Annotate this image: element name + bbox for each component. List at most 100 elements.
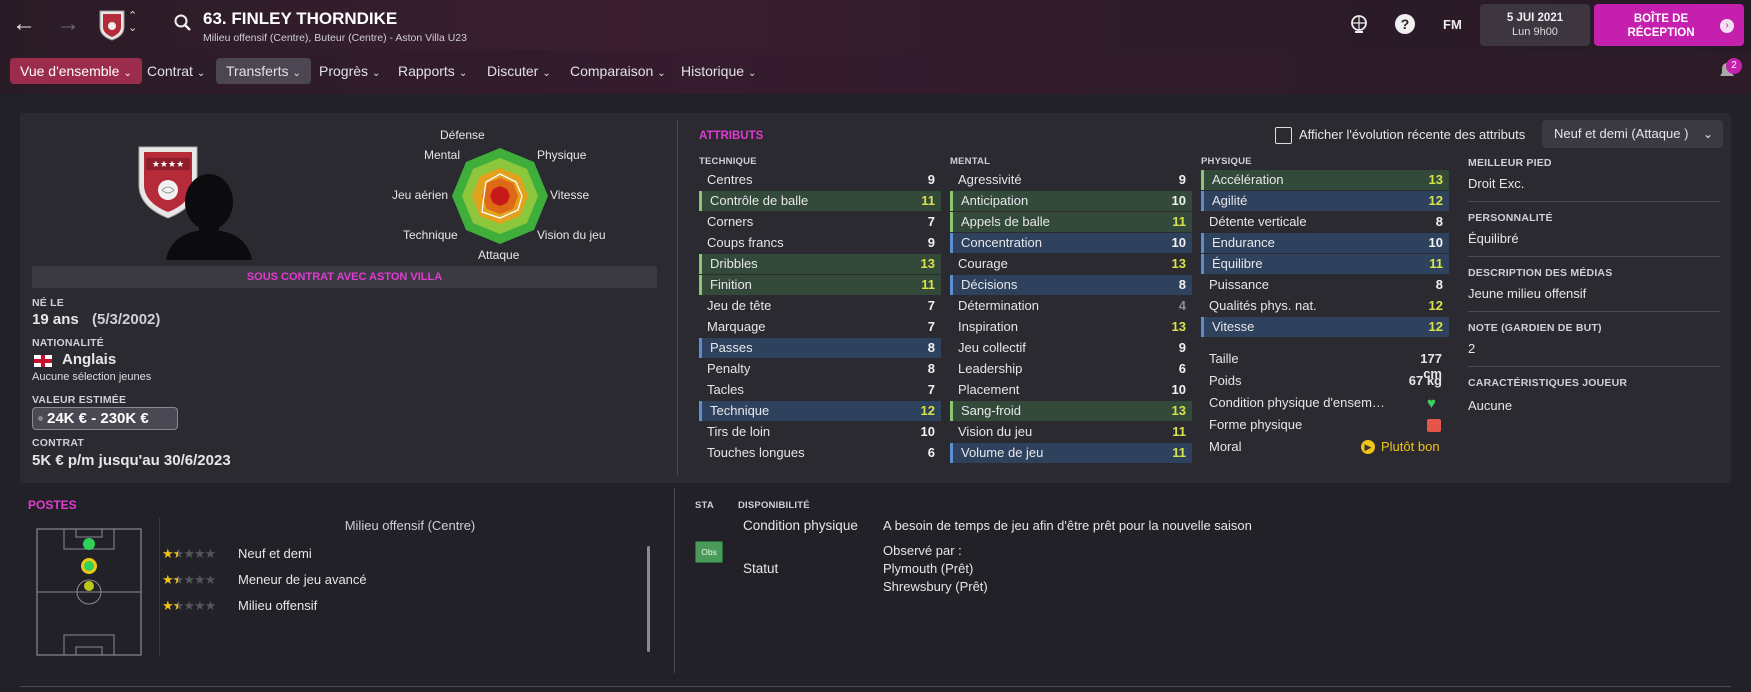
best-foot-label: MEILLEUR PIED — [1468, 157, 1552, 169]
tab-contrat[interactable]: Contrat ⌄ — [137, 58, 215, 84]
attribute-value: 8 — [927, 361, 935, 376]
attribute-row[interactable]: Marquage 7 — [699, 317, 941, 337]
attribute-name: Équilibre — [1212, 256, 1263, 271]
attribute-row[interactable]: Détente verticale 8 — [1201, 212, 1449, 232]
search-icon[interactable] — [174, 14, 192, 37]
attribute-value: 13 — [1171, 319, 1186, 334]
attribute-row[interactable]: Détermination 4 — [950, 296, 1192, 316]
attribute-row[interactable]: Touches longues 6 — [699, 443, 941, 463]
attribute-row[interactable]: Placement 10 — [950, 380, 1192, 400]
attribute-name: Endurance — [1212, 235, 1275, 250]
tab-comparaison[interactable]: Comparaison ⌄ — [560, 58, 676, 84]
tab-discuter[interactable]: Discuter ⌄ — [477, 58, 561, 84]
attribute-row[interactable]: Jeu de tête 7 — [699, 296, 941, 316]
attribute-name: Courage — [958, 256, 1008, 271]
scrollbar[interactable] — [647, 546, 650, 652]
attribute-name: Détente verticale — [1209, 214, 1307, 229]
attribute-evolution-checkbox[interactable] — [1275, 127, 1292, 144]
attribute-row[interactable]: Agressivité 9 — [950, 170, 1192, 190]
attribute-row[interactable]: Jeu collectif 9 — [950, 338, 1192, 358]
attribute-value: 9 — [927, 235, 935, 250]
notifications-icon[interactable]: 2 — [1716, 58, 1742, 82]
role-name[interactable]: Meneur de jeu avancé — [238, 572, 367, 587]
tab-transferts[interactable]: Transferts ⌄ — [216, 58, 311, 84]
attribute-name: Passes — [710, 340, 753, 355]
attribute-name: Détermination — [958, 298, 1039, 313]
personality-label: PERSONNALITÉ — [1468, 212, 1553, 224]
tab-rapports[interactable]: Rapports ⌄ — [388, 58, 477, 84]
attribute-name: Appels de balle — [961, 214, 1050, 229]
inbox-button[interactable]: BOÎTE DE RÉCEPTION › — [1594, 4, 1744, 46]
tab-vue-ensemble[interactable]: Vue d'ensemble ⌄ — [10, 58, 142, 84]
match-fitness-label: Forme physique — [1209, 417, 1303, 432]
attribute-row[interactable]: Vitesse 12 — [1201, 317, 1449, 337]
attribute-value: 7 — [927, 382, 935, 397]
tab-historique[interactable]: Historique ⌄ — [671, 58, 766, 84]
back-arrow-icon[interactable]: ← — [12, 10, 36, 38]
club-switch-chevron-icon[interactable]: ⌃ ⌄ — [128, 10, 137, 34]
attribute-row[interactable]: Corners 7 — [699, 212, 941, 232]
contract-banner: SOUS CONTRAT AVEC ASTON VILLA — [32, 266, 657, 288]
attribute-row[interactable]: Finition 11 — [699, 275, 941, 295]
attribute-value: 10 — [1171, 235, 1186, 250]
date-of-birth: (5/3/2002) — [92, 311, 161, 328]
estimated-value: 24K € - 230K € — [47, 410, 149, 427]
attribute-name: Penalty — [707, 361, 751, 376]
help-icon[interactable]: ? — [1395, 14, 1415, 34]
role-name[interactable]: Neuf et demi — [238, 546, 312, 561]
role-selector[interactable]: Neuf et demi (Attaque ) ⌄ — [1542, 120, 1723, 148]
attribute-row[interactable]: Coups francs 9 — [699, 233, 941, 253]
attribute-value: 8 — [1178, 277, 1186, 292]
attribute-row[interactable]: Qualités phys. nat. 12 — [1201, 296, 1449, 316]
role-name[interactable]: Milieu offensif — [238, 598, 317, 613]
globe-icon[interactable] — [1349, 14, 1369, 37]
club-crest-icon[interactable] — [98, 9, 126, 41]
attribute-row[interactable]: Contrôle de balle 11 — [699, 191, 941, 211]
attribute-row[interactable]: Vision du jeu 11 — [950, 422, 1192, 442]
scouted-by-label: Observé par : — [883, 543, 962, 558]
attribute-name: Anticipation — [961, 193, 1029, 208]
attribute-row[interactable]: Accélération 13 — [1201, 170, 1449, 190]
attribute-value: 9 — [1178, 340, 1186, 355]
attribute-name: Finition — [710, 277, 752, 292]
attribute-name: Jeu collectif — [958, 340, 1026, 355]
attribute-row[interactable]: Décisions 8 — [950, 275, 1192, 295]
attribute-name: Coups francs — [707, 235, 784, 250]
tab-progres[interactable]: Progrès ⌄ — [309, 58, 390, 84]
attribute-row[interactable]: Agilité 12 — [1201, 191, 1449, 211]
attribute-row[interactable]: Dribbles 13 — [699, 254, 941, 274]
attribute-row[interactable]: Passes 8 — [699, 338, 941, 358]
date-button[interactable]: 5 JUI 2021 Lun 9h00 — [1480, 4, 1590, 46]
attribute-row[interactable]: Technique 12 — [699, 401, 941, 421]
attribute-row[interactable]: Sang-froid 13 — [950, 401, 1192, 421]
attribute-row[interactable]: Équilibre 11 — [1201, 254, 1449, 274]
attribute-name: Sang-froid — [961, 403, 1021, 418]
media-description-label: DESCRIPTION DES MÉDIAS — [1468, 267, 1613, 279]
chevron-down-icon: ⌄ — [1702, 127, 1713, 141]
attribute-row[interactable]: Volume de jeu 11 — [950, 443, 1192, 463]
attribute-row[interactable]: Anticipation 10 — [950, 191, 1192, 211]
attribute-row[interactable]: Tirs de loin 10 — [699, 422, 941, 442]
forward-arrow-icon[interactable]: → — [56, 10, 80, 38]
attribute-name: Tirs de loin — [707, 424, 771, 439]
attribute-value: 7 — [927, 319, 935, 334]
age: 19 ans — [32, 311, 79, 328]
attribute-row[interactable]: Puissance 8 — [1201, 275, 1449, 295]
born-label: NÉ LE — [32, 297, 64, 309]
fm-menu-button[interactable]: FM — [1443, 17, 1462, 32]
attribute-row[interactable]: Inspiration 13 — [950, 317, 1192, 337]
attribute-row[interactable]: Courage 13 — [950, 254, 1192, 274]
attribute-value: 9 — [927, 172, 935, 187]
player-traits-label: CARACTÉRISTIQUES JOUEUR — [1468, 377, 1628, 389]
attribute-value: 12 — [1428, 319, 1443, 334]
attribute-row[interactable]: Endurance 10 — [1201, 233, 1449, 253]
attribute-row[interactable]: Penalty 8 — [699, 359, 941, 379]
attribute-row[interactable]: Tacles 7 — [699, 380, 941, 400]
attribute-value: 9 — [1178, 172, 1186, 187]
attribute-row[interactable]: Appels de balle 11 — [950, 212, 1192, 232]
attribute-row[interactable]: Centres 9 — [699, 170, 941, 190]
attribute-row[interactable]: Concentration 10 — [950, 233, 1192, 253]
panel-divider — [677, 120, 678, 476]
attribute-row[interactable]: Leadership 6 — [950, 359, 1192, 379]
attribute-name: Tacles — [707, 382, 744, 397]
